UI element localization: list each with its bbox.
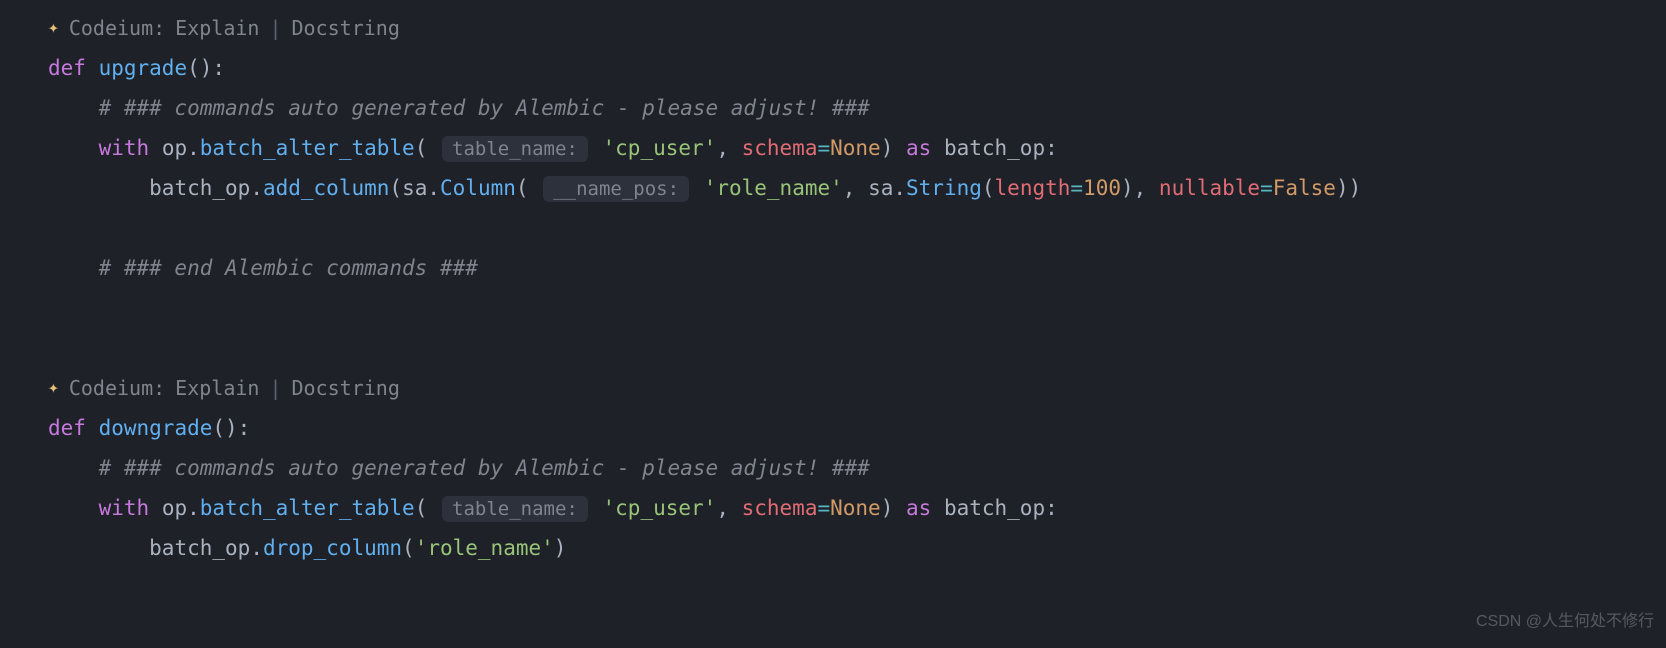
comment: # ### commands auto generated by Alembic… bbox=[99, 96, 870, 120]
inlay-hint-table-name: table_name: bbox=[442, 496, 588, 522]
function-name-upgrade: upgrade bbox=[99, 56, 188, 80]
code-editor[interactable]: ✦ Codeium: Explain | Docstring def upgra… bbox=[48, 8, 1666, 608]
comment: # ### end Alembic commands ### bbox=[99, 256, 478, 280]
codeium-brand: Codeium: bbox=[69, 368, 165, 408]
code-line[interactable] bbox=[48, 328, 1666, 368]
watermark: CSDN @人生何处不修行 bbox=[1476, 602, 1654, 642]
code-line[interactable]: def upgrade(): bbox=[48, 48, 1666, 88]
code-line[interactable]: # ### end Alembic commands ### bbox=[48, 248, 1666, 288]
comment: # ### commands auto generated by Alembic… bbox=[99, 456, 870, 480]
codeium-docstring-link[interactable]: Docstring bbox=[292, 368, 400, 408]
sparkle-icon: ✦ bbox=[48, 8, 59, 48]
code-line[interactable]: batch_op.drop_column('role_name') bbox=[48, 528, 1666, 568]
function-name-downgrade: downgrade bbox=[99, 416, 213, 440]
codeium-explain-link[interactable]: Explain bbox=[175, 8, 259, 48]
code-line[interactable] bbox=[48, 208, 1666, 248]
code-line[interactable]: # ### commands auto generated by Alembic… bbox=[48, 448, 1666, 488]
code-line[interactable]: def downgrade(): bbox=[48, 408, 1666, 448]
keyword-with: with bbox=[99, 136, 150, 160]
keyword-def: def bbox=[48, 56, 86, 80]
code-line[interactable] bbox=[48, 568, 1666, 608]
codeium-explain-link[interactable]: Explain bbox=[175, 368, 259, 408]
keyword-def: def bbox=[48, 416, 86, 440]
code-line[interactable]: # ### commands auto generated by Alembic… bbox=[48, 88, 1666, 128]
codeium-separator: | bbox=[269, 8, 281, 48]
code-line[interactable]: with op.batch_alter_table( table_name: '… bbox=[48, 488, 1666, 528]
keyword-with: with bbox=[99, 496, 150, 520]
codeium-docstring-link[interactable]: Docstring bbox=[292, 8, 400, 48]
code-line[interactable]: batch_op.add_column(sa.Column( __name_po… bbox=[48, 168, 1666, 208]
codeium-codelens-1: ✦ Codeium: Explain | Docstring bbox=[48, 8, 1666, 48]
codeium-codelens-2: ✦ Codeium: Explain | Docstring bbox=[48, 368, 1666, 408]
codeium-separator: | bbox=[269, 368, 281, 408]
inlay-hint-table-name: table_name: bbox=[442, 136, 588, 162]
sparkle-icon: ✦ bbox=[48, 368, 59, 408]
code-line[interactable]: with op.batch_alter_table( table_name: '… bbox=[48, 128, 1666, 168]
inlay-hint-name-pos: __name_pos: bbox=[543, 176, 689, 202]
codeium-brand: Codeium: bbox=[69, 8, 165, 48]
code-line[interactable] bbox=[48, 288, 1666, 328]
